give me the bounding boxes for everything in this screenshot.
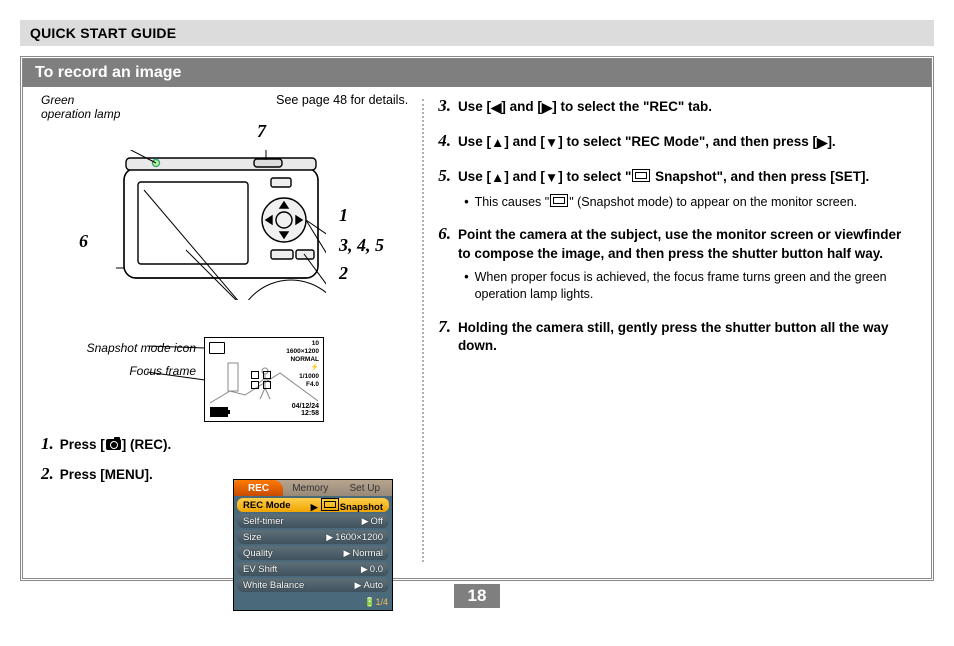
menu-rows: REC Mode▶Snapshot Self-timer▶Off Size▶1600… — [234, 496, 392, 597]
lcd-screen-closeup: 10 1600×1200 NORMAL ⚡ 1/1000 F4.0 — [204, 337, 324, 422]
content-frame: To record an image Green operation lamp … — [20, 56, 934, 581]
camera-diagram: 7 1 3, 4, 5 2 6 — [41, 125, 408, 335]
step: 7.Holding the camera still, gently press… — [438, 316, 917, 355]
menu-row: Size▶1600×1200 — [237, 530, 389, 544]
callout-1: 1 — [339, 205, 348, 226]
lcd-datetime: 04/12/24 12:58 — [292, 403, 319, 418]
callout-345: 3, 4, 5 — [339, 235, 384, 256]
battery-icon — [210, 407, 228, 417]
two-columns: Green operation lamp See page 48 for det… — [23, 87, 931, 574]
menu-row: REC Mode▶Snapshot — [237, 498, 389, 512]
step-1: 1. Press [] (REC). — [41, 434, 408, 454]
focus-frame-icon — [251, 371, 271, 389]
step: 4.Use [▲] and [▼] to select "REC Mode", … — [438, 130, 917, 153]
annotation-leader-lines — [147, 338, 207, 398]
step: 6.Point the camera at the subject, use t… — [438, 223, 917, 303]
menu-row: Self-timer▶Off — [237, 514, 389, 528]
callout-6: 6 — [79, 231, 88, 252]
see-page-ref: See page 48 for details. — [276, 93, 408, 121]
right-column: 3.Use [◀] and [▶] to select the "REC" ta… — [428, 87, 931, 574]
green-lamp-label: Green operation lamp — [41, 93, 120, 121]
page-footer: 18 — [20, 584, 934, 608]
menu-row: EV Shift▶0.0 — [237, 562, 389, 576]
callout-2: 2 — [339, 263, 348, 284]
column-divider — [422, 99, 424, 562]
camera-illustration — [116, 150, 326, 300]
step: 3.Use [◀] and [▶] to select the "REC" ta… — [438, 95, 917, 118]
menu-tab-rec: REC — [234, 480, 283, 496]
step: 5.Use [▲] and [▼] to select " Snapshot",… — [438, 165, 917, 211]
left-column: Green operation lamp See page 48 for det… — [23, 87, 418, 574]
step-note: This causes "" (Snapshot mode) to appear… — [464, 194, 917, 212]
menu-tabs: REC Memory Set Up — [234, 480, 392, 496]
lcd-annotation-row: Snapshot mode icon Focus frame 10 1600×1… — [41, 337, 408, 422]
camera-icon — [106, 439, 121, 450]
page: QUICK START GUIDE To record an image Gre… — [0, 0, 954, 646]
steps-right-list: 3.Use [◀] and [▶] to select the "REC" ta… — [438, 95, 917, 355]
section-header: QUICK START GUIDE — [20, 20, 934, 46]
snapshot-mode-icon — [550, 194, 568, 207]
diagram-top-labels: Green operation lamp See page 48 for det… — [41, 93, 408, 121]
menu-tab-memory: Memory — [283, 480, 337, 496]
snapshot-mode-icon — [632, 169, 650, 182]
menu-tab-setup: Set Up — [338, 480, 392, 496]
menu-row: Quality▶Normal — [237, 546, 389, 560]
steps-left-list: 1. Press [] (REC). 2. Press [MENU]. — [41, 434, 408, 484]
page-number: 18 — [454, 584, 501, 608]
step-note: When proper focus is achieved, the focus… — [464, 269, 917, 304]
section-title: To record an image — [23, 59, 931, 87]
callout-7: 7 — [257, 121, 266, 142]
